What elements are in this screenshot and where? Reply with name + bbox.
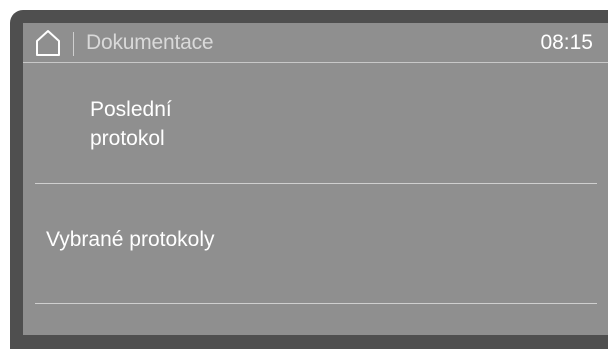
page-title: Dokumentace	[86, 31, 214, 54]
menu-item-label-line1: Poslední	[90, 98, 172, 121]
display-screen: Dokumentace 08:15 Poslední protokol Vybr…	[23, 23, 608, 335]
header-separator	[73, 32, 74, 56]
header-bar: Dokumentace 08:15	[23, 23, 608, 63]
clock-time: 08:15	[540, 31, 593, 54]
home-icon[interactable]	[33, 28, 63, 58]
menu-divider	[35, 303, 597, 304]
menu-item-label: Vybrané protokoly	[46, 228, 215, 251]
menu-item-label: Poslední protokol	[90, 95, 172, 153]
menu-item-selected-protocols[interactable]: Vybrané protokoly	[23, 184, 598, 304]
menu-item-label-line2: protokol	[90, 127, 165, 150]
menu-item-last-protocol[interactable]: Poslední protokol	[23, 63, 598, 183]
